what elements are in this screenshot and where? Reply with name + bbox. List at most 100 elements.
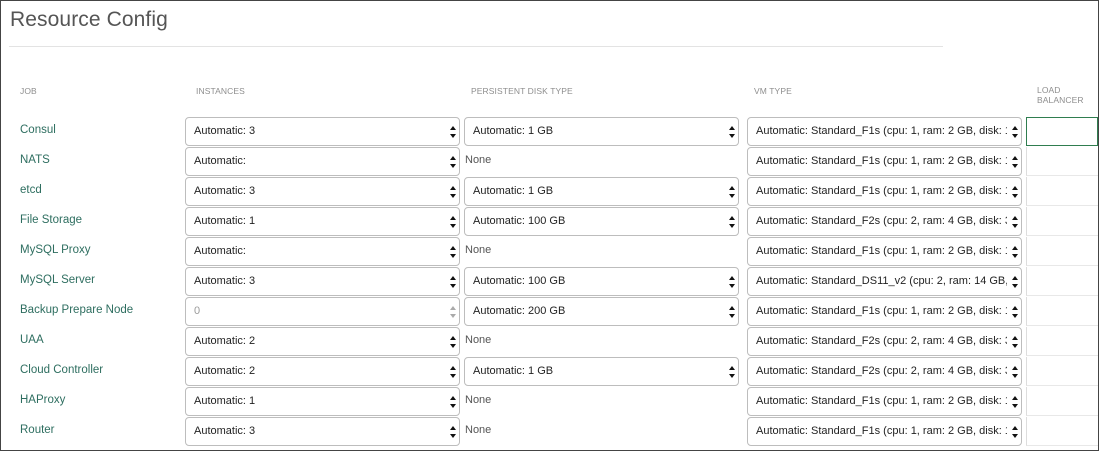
disk-type-select[interactable]: Automatic: 100 GB xyxy=(464,207,739,236)
vm-type-select[interactable]: Automatic: Standard_F2s (cpu: 2, ram: 4 … xyxy=(747,357,1022,386)
load-balancer-input[interactable] xyxy=(1026,147,1098,176)
instances-select-value: Automatic: 1 xyxy=(194,395,256,407)
vm-type-select[interactable]: Automatic: Standard_F1s (cpu: 1, ram: 2 … xyxy=(747,177,1022,206)
instances-select[interactable]: Automatic: 3 xyxy=(185,177,460,206)
load-balancer-input[interactable] xyxy=(1026,417,1098,446)
disk-type-select[interactable]: Automatic: 1 GB xyxy=(464,357,739,386)
table-row: Backup Prepare Node 0 Automatic: 200 GB Aut… xyxy=(1,296,1098,326)
vm-type-select-value: Automatic: Standard_F2s (cpu: 2, ram: 4 … xyxy=(756,365,1007,377)
instances-select[interactable]: 0 xyxy=(185,297,460,326)
job-name: Consul xyxy=(20,124,56,136)
select-arrows-icon xyxy=(450,216,456,228)
instances-select-value: Automatic: 3 xyxy=(194,425,256,437)
disk-type-select[interactable]: Automatic: 200 GB xyxy=(464,297,739,326)
vm-type-select-value: Automatic: Standard_F1s (cpu: 1, ram: 2 … xyxy=(756,155,1007,167)
table-row: Cloud Controller Automatic: 2 Automatic: 1… xyxy=(1,356,1098,386)
job-name: HAProxy xyxy=(20,394,66,406)
vm-type-select[interactable]: Automatic: Standard_F2s (cpu: 2, ram: 4 … xyxy=(747,207,1022,236)
load-balancer-input[interactable] xyxy=(1026,327,1098,356)
load-balancer-input[interactable] xyxy=(1026,207,1098,236)
vm-type-select[interactable]: Automatic: Standard_F2s (cpu: 2, ram: 4 … xyxy=(747,327,1022,356)
load-balancer-input[interactable] xyxy=(1026,267,1098,296)
vm-type-select[interactable]: Automatic: Standard_F1s (cpu: 1, ram: 2 … xyxy=(747,387,1022,416)
select-arrows-icon xyxy=(1012,366,1018,378)
table-row: File Storage Automatic: 1 Automatic: 100 G… xyxy=(1,206,1098,236)
vm-type-select[interactable]: Automatic: Standard_F1s (cpu: 1, ram: 2 … xyxy=(747,417,1022,446)
select-arrows-icon xyxy=(729,216,735,228)
disk-type-select[interactable]: Automatic: 1 GB xyxy=(464,177,739,206)
column-header-load-balancer: LOAD BALANCER xyxy=(1037,85,1084,105)
select-arrows-icon xyxy=(450,426,456,438)
select-arrows-icon xyxy=(729,186,735,198)
job-name: MySQL Server xyxy=(20,274,95,286)
table-row: MySQL Proxy Automatic: None Automatic: Stan… xyxy=(1,236,1098,266)
job-name: File Storage xyxy=(20,214,83,226)
vm-type-select[interactable]: Automatic: Standard_F1s (cpu: 1, ram: 2 … xyxy=(747,117,1022,146)
instances-select[interactable]: Automatic: 1 xyxy=(185,387,460,416)
column-header-job: JOB xyxy=(20,86,37,96)
load-balancer-input[interactable] xyxy=(1026,177,1098,206)
instances-select[interactable]: Automatic: 1 xyxy=(185,207,460,236)
load-balancer-input[interactable] xyxy=(1026,357,1098,386)
vm-type-select[interactable]: Automatic: Standard_F1s (cpu: 1, ram: 2 … xyxy=(747,237,1022,266)
select-arrows-icon xyxy=(450,186,456,198)
disk-type-select-value: Automatic: 1 GB xyxy=(473,365,554,377)
vm-type-select[interactable]: Automatic: Standard_DS11_v2 (cpu: 2, ram… xyxy=(747,267,1022,296)
table-row: Router Automatic: 3 None Automatic: Standar… xyxy=(1,416,1098,446)
disk-type-select[interactable]: Automatic: 100 GB xyxy=(464,267,739,296)
vm-type-select-value: Automatic: Standard_F1s (cpu: 1, ram: 2 … xyxy=(756,125,1007,137)
load-balancer-input[interactable] xyxy=(1026,297,1098,326)
select-arrows-icon xyxy=(1012,426,1018,438)
instances-select[interactable]: Automatic: xyxy=(185,237,460,266)
select-arrows-icon xyxy=(450,306,456,318)
select-arrows-icon xyxy=(450,246,456,258)
select-arrows-icon xyxy=(450,156,456,168)
instances-select[interactable]: Automatic: 2 xyxy=(185,357,460,386)
instances-select-value: Automatic: 3 xyxy=(194,275,256,287)
vm-type-select-value: Automatic: Standard_F2s (cpu: 2, ram: 4 … xyxy=(756,335,1007,347)
column-header-instances: INSTANCES xyxy=(196,86,245,96)
instances-select[interactable]: Automatic: 3 xyxy=(185,267,460,296)
vm-type-select-value: Automatic: Standard_F1s (cpu: 1, ram: 2 … xyxy=(756,425,1007,437)
load-balancer-input[interactable] xyxy=(1026,237,1098,266)
select-arrows-icon xyxy=(729,306,735,318)
select-arrows-icon xyxy=(1012,396,1018,408)
job-name: MySQL Proxy xyxy=(20,244,91,256)
resource-config-panel: Resource Config JOB INSTANCES PERSISTENT… xyxy=(0,0,1099,451)
page-title: Resource Config xyxy=(10,8,168,31)
disk-type-select[interactable]: Automatic: 1 GB xyxy=(464,117,739,146)
title-divider xyxy=(9,46,943,47)
disk-type-select-value: Automatic: 1 GB xyxy=(473,125,554,137)
instances-select-value: Automatic: xyxy=(194,155,246,167)
vm-type-select[interactable]: Automatic: Standard_F1s (cpu: 1, ram: 2 … xyxy=(747,297,1022,326)
disk-type-none: None xyxy=(465,394,492,406)
select-arrows-icon xyxy=(1012,126,1018,138)
vm-type-select-value: Automatic: Standard_F1s (cpu: 1, ram: 2 … xyxy=(756,185,1007,197)
select-arrows-icon xyxy=(1012,276,1018,288)
vm-type-select[interactable]: Automatic: Standard_F1s (cpu: 1, ram: 2 … xyxy=(747,147,1022,176)
job-name: Router xyxy=(20,424,55,436)
instances-select[interactable]: Automatic: xyxy=(185,147,460,176)
select-arrows-icon xyxy=(450,396,456,408)
load-balancer-input[interactable] xyxy=(1026,117,1098,146)
instances-select-value: Automatic: 3 xyxy=(194,125,256,137)
instances-select[interactable]: Automatic: 2 xyxy=(185,327,460,356)
job-name: NATS xyxy=(20,154,50,166)
select-arrows-icon xyxy=(729,366,735,378)
select-arrows-icon xyxy=(450,366,456,378)
disk-type-none: None xyxy=(465,334,492,346)
instances-select[interactable]: Automatic: 3 xyxy=(185,117,460,146)
select-arrows-icon xyxy=(729,126,735,138)
vm-type-select-value: Automatic: Standard_F1s (cpu: 1, ram: 2 … xyxy=(756,305,1007,317)
load-balancer-input[interactable] xyxy=(1026,387,1098,416)
table-row: NATS Automatic: None Automatic: Standard_F1… xyxy=(1,146,1098,176)
table-row: HAProxy Automatic: 1 None Automatic: Standa… xyxy=(1,386,1098,416)
select-arrows-icon xyxy=(1012,246,1018,258)
instances-select[interactable]: Automatic: 3 xyxy=(185,417,460,446)
disk-type-select-value: Automatic: 200 GB xyxy=(473,305,566,317)
job-name: etcd xyxy=(20,184,42,196)
select-arrows-icon xyxy=(729,276,735,288)
instances-select-value: Automatic: 2 xyxy=(194,365,256,377)
select-arrows-icon xyxy=(450,126,456,138)
instances-select-value: Automatic: xyxy=(194,245,246,257)
